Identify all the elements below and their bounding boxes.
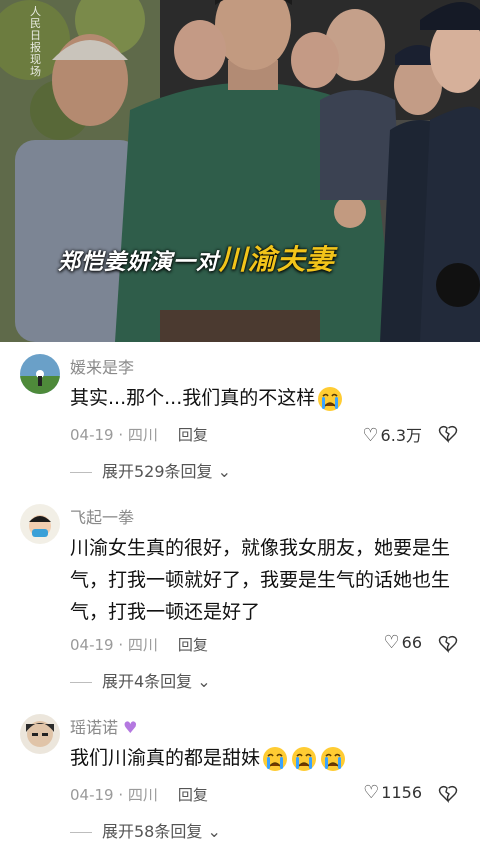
comment-item: 媛来是李 其实...那个...我们真的不这样 04-19 · 四川 回复 ♡ 6.3… — [0, 342, 480, 492]
divider — [70, 682, 92, 683]
comment-username-text: 瑶诺诺 — [70, 718, 119, 737]
chevron-down-icon: ⌄ — [202, 822, 221, 841]
heart-outline-icon: ♡ — [362, 425, 379, 446]
purple-heart-icon: ♥ — [118, 718, 138, 737]
comment-location: 四川 — [127, 426, 158, 444]
avatar[interactable] — [20, 354, 60, 394]
crying-face-emoji-icon — [290, 746, 318, 772]
divider — [70, 472, 92, 473]
video-scene — [0, 0, 480, 342]
comment-username[interactable]: 瑶诺诺 ♥ — [70, 714, 137, 738]
video-caption: 郑恺姜妍演一对川渝夫妻 — [58, 238, 335, 278]
comment-text-content: 我们川渝真的都是甜妹 — [70, 747, 261, 769]
avatar[interactable] — [20, 504, 60, 544]
divider — [70, 832, 92, 833]
comment-text: 川渝女生真的很好，就像我女朋友，她要是生气，打我一顿就好了，我要是生气的话她也生… — [70, 537, 451, 623]
crying-face-emoji-icon — [319, 746, 347, 772]
like-count: 1156 — [381, 783, 422, 802]
heart-outline-icon: ♡ — [363, 782, 380, 803]
comment-meta: 04-19 · 四川 回复 — [70, 636, 208, 654]
like-button[interactable]: ♡ 1156 — [363, 782, 422, 803]
like-button[interactable]: ♡ 66 — [384, 632, 423, 653]
comment-location: 四川 — [127, 636, 158, 654]
comment-username[interactable]: 飞起一拳 — [70, 504, 134, 528]
video-frame[interactable]: 人民日报现场 郑恺姜妍演一对川渝夫妻 — [0, 0, 480, 342]
expand-replies-label: 展开58条回复 — [102, 822, 203, 841]
comment-date: 04-19 — [70, 786, 114, 804]
caption-highlight: 川渝夫妻 — [219, 243, 336, 276]
expand-replies-button[interactable]: 展开58条回复 ⌄ — [70, 818, 221, 842]
comment-text: 我们川渝真的都是甜妹 — [70, 742, 470, 774]
comment-date: 04-19 — [70, 636, 114, 654]
comment-username[interactable]: 媛来是李 — [70, 354, 134, 378]
crying-face-emoji-icon — [316, 386, 344, 412]
expand-replies-label: 展开529条回复 — [102, 462, 213, 481]
broken-heart-icon[interactable] — [438, 634, 458, 654]
comment-date: 04-19 — [70, 426, 114, 444]
expand-replies-button[interactable]: 展开4条回复 ⌄ — [70, 668, 211, 692]
comment-item: 瑶诺诺 ♥ 我们川渝真的都是甜妹 04-19 · 四川 回复 ♡ 1156 展开58… — [0, 702, 480, 853]
avatar[interactable] — [20, 714, 60, 754]
crying-face-emoji-icon — [261, 746, 289, 772]
caption-prefix: 郑恺姜妍演一对 — [58, 250, 220, 275]
chevron-down-icon: ⌄ — [192, 672, 211, 691]
comment-meta: 04-19 · 四川 回复 — [70, 426, 208, 444]
comment-location: 四川 — [127, 786, 158, 804]
watermark-logo: 人民日报现场 — [30, 5, 41, 78]
comment-item: 飞起一拳 川渝女生真的很好，就像我女朋友，她要是生气，打我一顿就好了，我要是生气… — [0, 492, 480, 692]
broken-heart-icon[interactable] — [438, 784, 458, 804]
reply-button[interactable]: 回复 — [178, 426, 208, 444]
reply-button[interactable]: 回复 — [178, 636, 208, 654]
heart-outline-icon: ♡ — [383, 632, 400, 653]
comment-text: 其实...那个...我们真的不这样 — [70, 382, 470, 414]
like-count: 6.3万 — [380, 426, 422, 445]
broken-heart-icon[interactable] — [438, 424, 458, 444]
comment-text-content: 其实...那个...我们真的不这样 — [70, 387, 316, 409]
comment-meta: 04-19 · 四川 回复 — [70, 786, 208, 804]
like-button[interactable]: ♡ 6.3万 — [362, 422, 422, 446]
chevron-down-icon: ⌄ — [212, 462, 232, 481]
like-count: 66 — [401, 633, 422, 652]
reply-button[interactable]: 回复 — [178, 786, 208, 804]
expand-replies-button[interactable]: 展开529条回复 ⌄ — [70, 458, 231, 482]
expand-replies-label: 展开4条回复 — [102, 672, 193, 691]
